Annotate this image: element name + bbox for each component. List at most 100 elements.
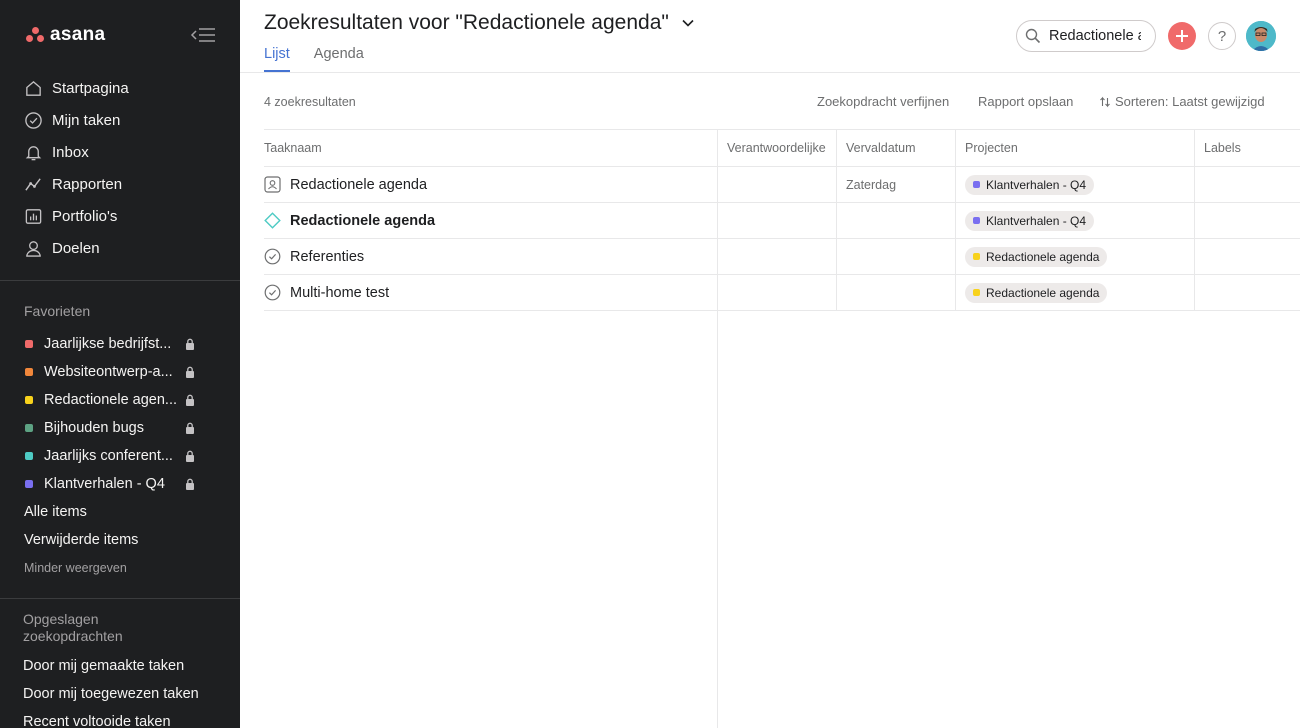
table-row[interactable]: Redactionele agenda Klantverhalen - Q4 (264, 203, 1300, 239)
project-color-dot (973, 253, 980, 260)
labels-cell[interactable] (1194, 275, 1300, 310)
projects-cell[interactable]: Redactionele agenda (955, 275, 1194, 310)
sidebar-item-label: Inbox (52, 143, 89, 161)
sidebar-item-startpagina[interactable]: Startpagina (0, 72, 240, 104)
projects-cell[interactable]: Klantverhalen - Q4 (955, 203, 1194, 238)
assignee-cell[interactable] (717, 275, 836, 310)
saved-search-item[interactable]: Recent voltooide taken (23, 708, 199, 728)
sidebar-item-label: Doelen (52, 239, 100, 257)
favorite-item[interactable]: Bijhouden bugs (0, 414, 240, 442)
project-pill[interactable]: Redactionele agenda (965, 246, 1108, 267)
favorite-item[interactable]: Jaarlijks conferent... (0, 442, 240, 470)
assignee-cell[interactable] (717, 239, 836, 274)
sidebar-item-rapporten[interactable]: Rapporten (0, 168, 240, 200)
sidebar-divider (0, 598, 240, 599)
search-input[interactable] (1049, 28, 1141, 44)
assignee-cell[interactable] (717, 203, 836, 238)
deleted-items-link[interactable]: Verwijderde items (24, 532, 138, 548)
table-row[interactable]: Redactionele agenda Zaterdag Klantverhal… (264, 167, 1300, 203)
favorite-label: Klantverhalen - Q4 (44, 476, 165, 492)
all-items-link[interactable]: Alle items (24, 504, 87, 520)
refine-search-button[interactable]: Zoekopdracht verfijnen (817, 94, 949, 109)
chevron-down-icon[interactable] (681, 16, 695, 30)
show-less-link[interactable]: Minder weergeven (24, 561, 127, 575)
task-name-cell[interactable]: Referenties (264, 239, 717, 274)
save-report-button[interactable]: Rapport opslaan (978, 94, 1073, 109)
assignee-cell[interactable] (717, 167, 836, 202)
favorite-item[interactable]: Klantverhalen - Q4 (0, 470, 240, 498)
due-date-cell[interactable] (836, 239, 955, 274)
due-date-cell[interactable]: Zaterdag (836, 167, 955, 202)
lock-icon (186, 450, 194, 462)
tab-lijst[interactable]: Lijst (264, 46, 290, 72)
project-color-dot (25, 396, 33, 404)
saved-search-item[interactable]: Door mij gemaakte taken (23, 652, 199, 680)
add-button[interactable] (1168, 22, 1196, 50)
person-icon (26, 240, 41, 257)
favorite-item[interactable]: Redactionele agen... (0, 386, 240, 414)
sidebar-item-inbox[interactable]: Inbox (0, 136, 240, 168)
view-tabs: Lijst Agenda (264, 46, 364, 72)
check-circle-icon[interactable] (264, 284, 281, 301)
column-header-projects[interactable]: Projecten (955, 130, 1194, 166)
approval-icon[interactable] (264, 176, 281, 193)
task-name-cell[interactable]: Redactionele agenda (264, 203, 717, 238)
check-circle-icon[interactable] (264, 248, 281, 265)
task-name-cell[interactable]: Redactionele agenda (264, 167, 717, 202)
tab-agenda[interactable]: Agenda (314, 46, 364, 72)
project-color-dot (973, 289, 980, 296)
results-toolbar: 4 zoekresultaten Zoekopdracht verfijnen … (240, 86, 1300, 116)
saved-search-item[interactable]: Door mij toegewezen taken (23, 680, 199, 708)
column-header-due[interactable]: Vervaldatum (836, 130, 955, 166)
project-color-dot (25, 368, 33, 376)
due-date-cell[interactable] (836, 275, 955, 310)
sidebar-item-mijn-taken[interactable]: Mijn taken (0, 104, 240, 136)
task-name-cell[interactable]: Multi-home test (264, 275, 717, 310)
labels-cell[interactable] (1194, 167, 1300, 202)
sidebar-item-label: Portfolio's (52, 207, 118, 225)
search-box[interactable] (1016, 20, 1156, 52)
user-avatar-icon (1246, 21, 1276, 51)
projects-cell[interactable]: Klantverhalen - Q4 (955, 167, 1194, 202)
sidebar-item-label: Rapporten (52, 175, 123, 193)
favorite-item[interactable]: Jaarlijkse bedrijfst... (0, 330, 240, 358)
favorite-label: Websiteontwerp-a... (44, 364, 173, 380)
project-pill[interactable]: Redactionele agenda (965, 282, 1108, 303)
sort-icon (1100, 96, 1110, 107)
project-color-dot (973, 217, 980, 224)
favorite-label: Redactionele agen... (44, 392, 177, 408)
sidebar-item-doelen[interactable]: Doelen (0, 232, 240, 264)
column-header-name[interactable]: Taaknaam (264, 130, 717, 166)
sidebar: asana Startpagina Mijn taken Inbox Rappo… (0, 0, 240, 728)
results-table: Taaknaam Verantwoordelijke Vervaldatum P… (264, 129, 1300, 311)
sort-button[interactable]: Sorteren: Laatst gewijzigd (1099, 94, 1265, 109)
column-header-assignee[interactable]: Verantwoordelijke (717, 130, 836, 166)
collapse-sidebar-icon[interactable] (190, 26, 216, 44)
saved-searches-list: Door mij gemaakte taken Door mij toegewe… (23, 652, 199, 728)
labels-cell[interactable] (1194, 203, 1300, 238)
asana-logo[interactable]: asana (26, 24, 105, 46)
due-date-cell[interactable] (836, 203, 955, 238)
favorite-label: Jaarlijkse bedrijfst... (44, 336, 172, 352)
help-button[interactable]: ? (1208, 22, 1236, 50)
project-pill[interactable]: Klantverhalen - Q4 (965, 210, 1095, 231)
plus-icon (1176, 30, 1188, 42)
avatar[interactable] (1246, 21, 1276, 51)
favorites-list: Jaarlijkse bedrijfst... Websiteontwerp-a… (0, 330, 240, 498)
task-name: Redactionele agenda (290, 212, 436, 229)
page-title[interactable]: Zoekresultaten voor "Redactionele agenda… (264, 11, 695, 35)
labels-cell[interactable] (1194, 239, 1300, 274)
projects-cell[interactable]: Redactionele agenda (955, 239, 1194, 274)
task-name: Referenties (290, 248, 365, 265)
project-pill[interactable]: Klantverhalen - Q4 (965, 174, 1095, 195)
project-name: Redactionele agenda (986, 285, 1100, 300)
table-row[interactable]: Multi-home test Redactionele agenda (264, 275, 1300, 311)
project-name: Klantverhalen - Q4 (986, 213, 1087, 228)
sidebar-item-portfolios[interactable]: Portfolio's (0, 200, 240, 232)
lock-icon (186, 394, 194, 406)
milestone-icon[interactable] (264, 212, 281, 229)
column-header-labels[interactable]: Labels (1194, 130, 1300, 166)
favorite-item[interactable]: Websiteontwerp-a... (0, 358, 240, 386)
project-color-dot (973, 181, 980, 188)
table-row[interactable]: Referenties Redactionele agenda (264, 239, 1300, 275)
